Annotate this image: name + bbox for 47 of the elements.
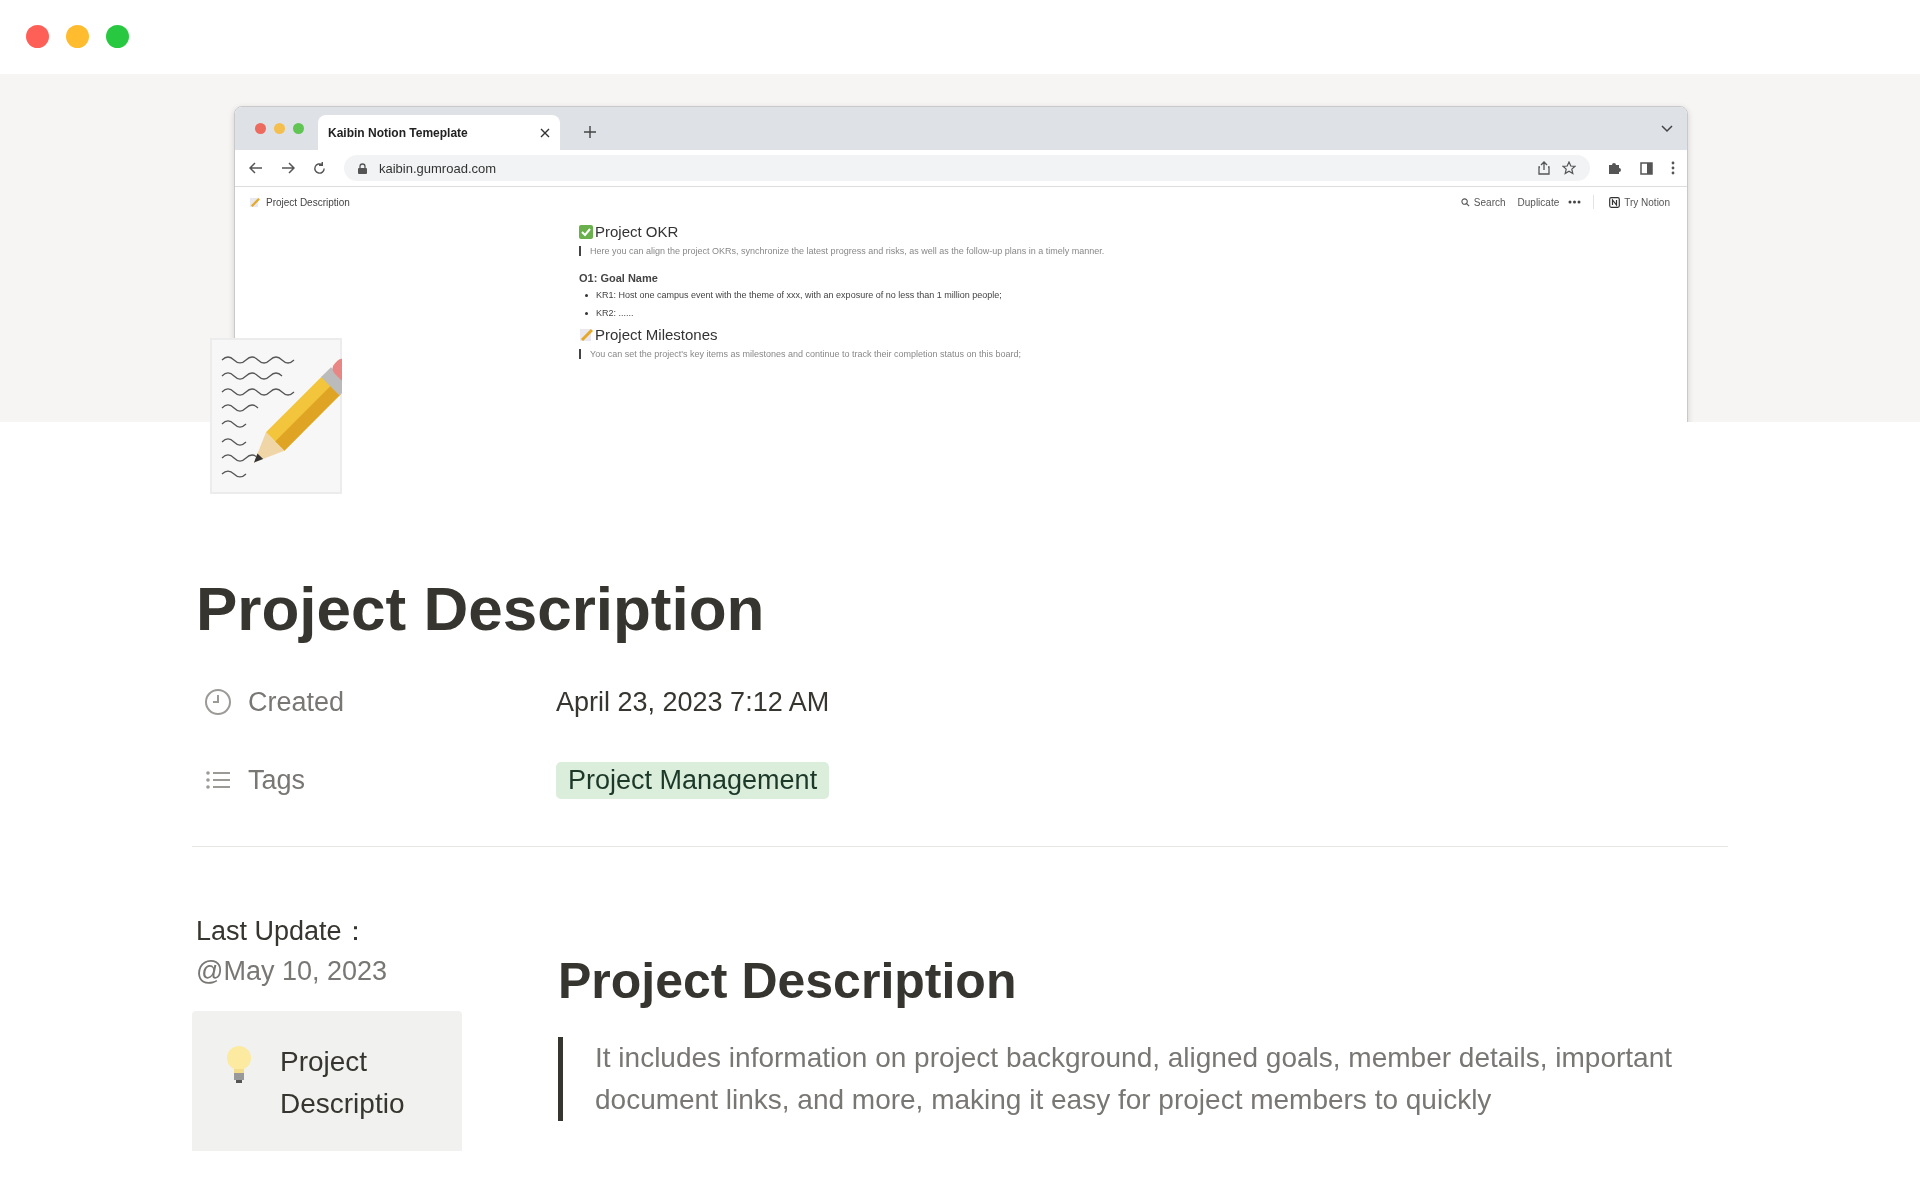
breadcrumb[interactable]: Project Description [266,196,350,208]
section-heading: Project Milestones [595,326,718,343]
last-update-label: Last Update： [195,915,370,949]
subheading: O1: Goal Name [579,272,659,284]
bullet-icon [585,293,588,297]
callout[interactable]: Project Descriptio [192,1011,462,1152]
more-icon[interactable] [1671,161,1675,175]
bullet-text: KR2: ...... [596,308,634,318]
url-text: kaibin.gumroad.com [379,160,497,176]
light-bulb-icon [226,1045,252,1084]
share-icon[interactable] [1538,161,1550,175]
search-button[interactable]: Search [1457,196,1509,208]
puzzle-icon[interactable] [1608,161,1622,175]
section-heading: Project OKR [595,223,679,240]
property-label: Tags [248,764,306,796]
back-icon[interactable] [249,162,263,174]
try-notion-button[interactable]: Try Notion [1606,196,1673,208]
property-value: April 23, 2023 7:12 AM [556,686,830,718]
side-panel-icon[interactable] [1640,161,1653,175]
lock-icon [358,162,367,174]
callout-text: Project Descriptio [280,1045,406,1122]
chevron-down-icon[interactable] [1661,125,1673,133]
property-label: Created [248,686,345,718]
section-heading: Project Description [558,952,1018,1012]
notion-logo-icon [1609,196,1621,208]
bullet-icon [585,311,588,315]
new-tab-icon[interactable] [584,126,596,138]
close-icon[interactable] [540,127,550,138]
bullet-text: KR1: Host one campus event with the theme of xxx, with an exposure of no less than 1 million people; [596,290,1002,300]
last-update-date: @May 10, 2023 [195,955,389,989]
duplicate-button[interactable]: Duplicate [1514,196,1563,208]
more-icon[interactable] [1568,200,1582,204]
tag: Project Management [556,761,830,799]
quote-text: Here you can align the project OKRs, synchronize the latest progress and risks, as well as the follow-up plans in a timely manner. [579,246,1219,256]
search-icon [1460,197,1470,207]
check-icon [579,224,593,239]
quote-text: You can set the project's key items as milestones and continue to track their completion status on this board; [579,349,1219,359]
tab-title: Kaibin Notion Temeplate [328,125,469,140]
forward-icon[interactable] [281,162,295,174]
clock-icon [204,688,232,717]
page-title: Project Description [196,573,766,645]
star-icon[interactable] [1562,161,1576,175]
browser-tab[interactable]: Kaibin Notion Temeplate [318,115,560,150]
quote-text: It includes information on project background, aligned goals, member details, important document links, and more, making it easy for project members to quickly [558,1037,1695,1122]
close-window-button[interactable] [26,24,49,48]
address-bar[interactable]: kaibin.gumroad.com [344,155,1590,181]
reload-icon[interactable] [313,161,326,175]
